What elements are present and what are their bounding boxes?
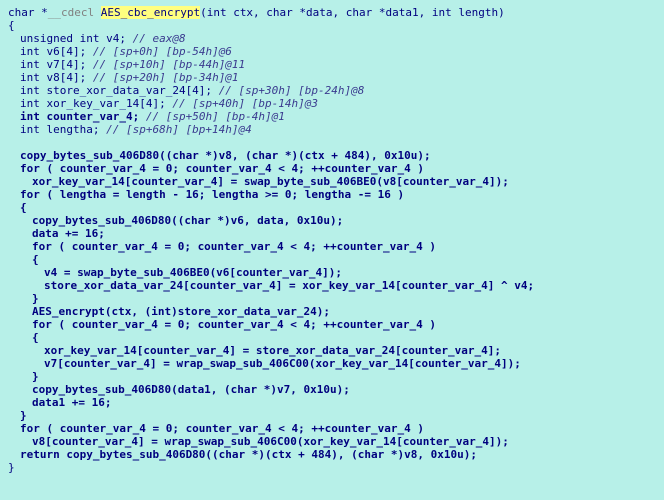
- fn-params: (int ctx, char *data, char *data1, int l…: [200, 6, 505, 19]
- brace-close: }: [8, 409, 656, 422]
- brace-open: {: [8, 331, 656, 344]
- var-decl: int v8[4]; // [sp+20h] [bp-34h]@1: [8, 71, 656, 84]
- stmt: v4 = swap_byte_sub_406BE0(v6[counter_var…: [8, 266, 656, 279]
- stmt: xor_key_var_14[counter_var_4] = swap_byt…: [8, 175, 656, 188]
- stmt: copy_bytes_sub_406D80(data1, (char *)v7,…: [8, 383, 656, 396]
- stmt: for ( counter_var_4 = 0; counter_var_4 <…: [8, 162, 656, 175]
- var-decl: int lengtha; // [sp+68h] [bp+14h]@4: [8, 123, 656, 136]
- stmt: v7[counter_var_4] = wrap_swap_sub_406C00…: [8, 357, 656, 370]
- var-decl: int xor_key_var_14[4]; // [sp+40h] [bp-1…: [8, 97, 656, 110]
- call-conv: __cdecl: [48, 6, 101, 19]
- ret-type: char *: [8, 6, 48, 19]
- fn-signature: char *__cdecl AES_cbc_encrypt(int ctx, c…: [8, 6, 656, 19]
- brace-open: {: [8, 253, 656, 266]
- var-decl: unsigned int v4; // eax@8: [8, 32, 656, 45]
- fn-name: AES_cbc_encrypt: [101, 6, 200, 19]
- brace-close: }: [8, 292, 656, 305]
- stmt: for ( lengtha = length - 16; lengtha >= …: [8, 188, 656, 201]
- brace-open: {: [8, 201, 656, 214]
- stmt: copy_bytes_sub_406D80((char *)v8, (char …: [8, 149, 656, 162]
- brace-close: }: [8, 370, 656, 383]
- stmt: store_xor_data_var_24[counter_var_4] = x…: [8, 279, 656, 292]
- brace-close: }: [8, 461, 656, 474]
- stmt: for ( counter_var_4 = 0; counter_var_4 <…: [8, 318, 656, 331]
- stmt: xor_key_var_14[counter_var_4] = store_xo…: [8, 344, 656, 357]
- stmt: return copy_bytes_sub_406D80((char *)(ct…: [8, 448, 656, 461]
- stmt: for ( counter_var_4 = 0; counter_var_4 <…: [8, 240, 656, 253]
- stmt: copy_bytes_sub_406D80((char *)v6, data, …: [8, 214, 656, 227]
- stmt: v8[counter_var_4] = wrap_swap_sub_406C00…: [8, 435, 656, 448]
- brace-open: {: [8, 19, 656, 32]
- var-decl: int v7[4]; // [sp+10h] [bp-44h]@11: [8, 58, 656, 71]
- var-decl: int counter_var_4; // [sp+50h] [bp-4h]@1: [8, 110, 656, 123]
- var-decl: int v6[4]; // [sp+0h] [bp-54h]@6: [8, 45, 656, 58]
- stmt: AES_encrypt(ctx, (int)store_xor_data_var…: [8, 305, 656, 318]
- var-decl: int store_xor_data_var_24[4]; // [sp+30h…: [8, 84, 656, 97]
- stmt: data += 16;: [8, 227, 656, 240]
- blank-line: [8, 136, 656, 149]
- decompiled-code-block: char *__cdecl AES_cbc_encrypt(int ctx, c…: [8, 6, 656, 474]
- stmt: data1 += 16;: [8, 396, 656, 409]
- stmt: for ( counter_var_4 = 0; counter_var_4 <…: [8, 422, 656, 435]
